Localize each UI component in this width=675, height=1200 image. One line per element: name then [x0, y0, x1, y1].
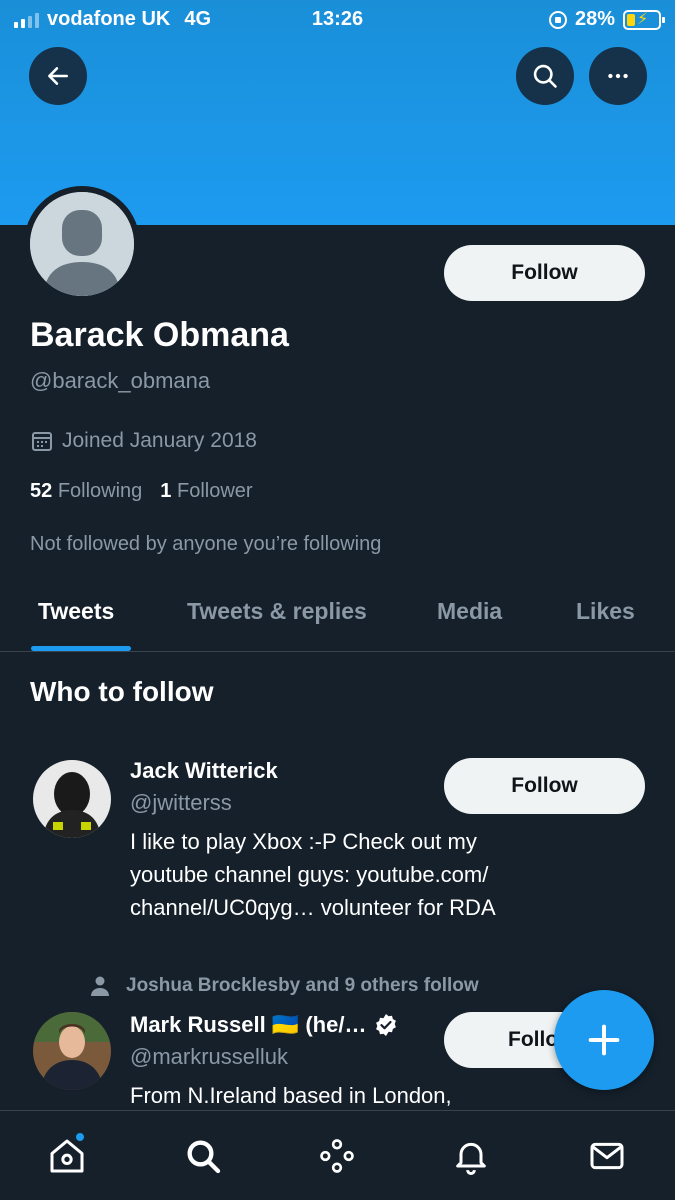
- joined-label: Joined January 2018: [62, 429, 257, 452]
- suggestion-name-text: Jack Witterick: [130, 758, 278, 783]
- profile-handle: @barack_obmana: [30, 368, 211, 393]
- active-tab-indicator: [31, 646, 131, 651]
- spaces-icon: [320, 1139, 354, 1173]
- suggestion-name[interactable]: Mark Russell 🇺🇦 (he/…: [130, 1012, 398, 1038]
- suggestion-handle: @jwitterss: [130, 790, 232, 815]
- nav-messages[interactable]: [584, 1133, 630, 1179]
- bottom-navigation: [0, 1110, 675, 1200]
- plus-icon: [588, 1024, 620, 1056]
- bio-line: channel/UC0qyg… volunteer for RDA: [130, 895, 496, 920]
- back-button[interactable]: [29, 47, 87, 105]
- nav-search[interactable]: [180, 1133, 226, 1179]
- default-avatar-icon: [30, 192, 134, 296]
- suggestion-name[interactable]: Jack Witterick: [130, 758, 278, 784]
- tab-likes[interactable]: Likes: [576, 598, 635, 625]
- profile-tabs: Tweets Tweets & replies Media Likes: [0, 580, 675, 652]
- suggestion-follow-button[interactable]: Follow: [444, 758, 645, 814]
- nav-spaces[interactable]: [314, 1133, 360, 1179]
- joined-date: Joined January 2018: [30, 429, 257, 453]
- nav-notifications[interactable]: [448, 1133, 494, 1179]
- search-icon: [187, 1140, 221, 1174]
- more-button[interactable]: [589, 47, 647, 105]
- battery-percent: 28%: [574, 8, 615, 30]
- social-context: Joshua Brocklesby and 9 others follow: [88, 974, 479, 998]
- not-followed-notice: Not followed by anyone you’re following: [30, 533, 382, 555]
- battery-icon: ⚡: [623, 9, 665, 30]
- suggestion-avatar[interactable]: [33, 760, 111, 838]
- suggestion-name-text: Mark Russell 🇺🇦 (he/…: [130, 1012, 367, 1037]
- follow-stats: 52 Following 1 Follower: [30, 480, 253, 503]
- followers-label: Follower: [176, 480, 253, 502]
- bio-line: youtube channel guys: youtube.com/: [130, 862, 489, 887]
- profile-avatar[interactable]: [24, 186, 140, 302]
- suggestion-bio: From N.Ireland based in London,: [130, 1079, 570, 1112]
- verified-badge-icon: [376, 1014, 397, 1036]
- search-button[interactable]: [516, 47, 574, 105]
- arrow-left-icon: [48, 67, 68, 85]
- rotation-lock-icon: [548, 10, 567, 29]
- nav-home[interactable]: [44, 1131, 90, 1179]
- profile-name: Barack Obmana: [30, 316, 289, 354]
- follow-button[interactable]: Follow: [444, 245, 645, 301]
- who-to-follow-title: Who to follow: [30, 676, 214, 707]
- following-link[interactable]: 52 Following: [30, 480, 142, 503]
- notifications-icon: [456, 1142, 486, 1175]
- compose-tweet-button[interactable]: [554, 990, 654, 1090]
- search-icon: [533, 64, 557, 88]
- messages-icon: [590, 1142, 624, 1170]
- social-context-text: Joshua Brocklesby and 9 others follow: [126, 975, 479, 996]
- followers-link[interactable]: 1 Follower: [160, 480, 252, 503]
- tab-media[interactable]: Media: [437, 598, 502, 625]
- bio-line: From N.Ireland based in London,: [130, 1083, 452, 1108]
- suggestion-avatar[interactable]: [33, 1012, 111, 1090]
- more-horizontal-icon: [608, 73, 628, 79]
- tab-tweets-replies[interactable]: Tweets & replies: [187, 598, 367, 625]
- bio-line: I like to play Xbox :-P Check out my: [130, 829, 477, 854]
- user-photo: [33, 1012, 111, 1090]
- following-label: Following: [57, 480, 143, 502]
- tab-tweets[interactable]: Tweets: [38, 598, 114, 625]
- suggestion-handle: @markrusselluk: [130, 1044, 289, 1069]
- suggestion-bio: I like to play Xbox :-P Check out my you…: [130, 825, 570, 924]
- calendar-icon: [32, 432, 52, 451]
- notification-dot: [74, 1131, 86, 1143]
- status-bar: vodafone UK 4G 13:26 28% ⚡: [0, 0, 675, 38]
- user-photo: [33, 760, 111, 838]
- following-count: 52: [30, 480, 53, 502]
- person-icon: [91, 976, 109, 996]
- followers-count: 1: [160, 480, 172, 502]
